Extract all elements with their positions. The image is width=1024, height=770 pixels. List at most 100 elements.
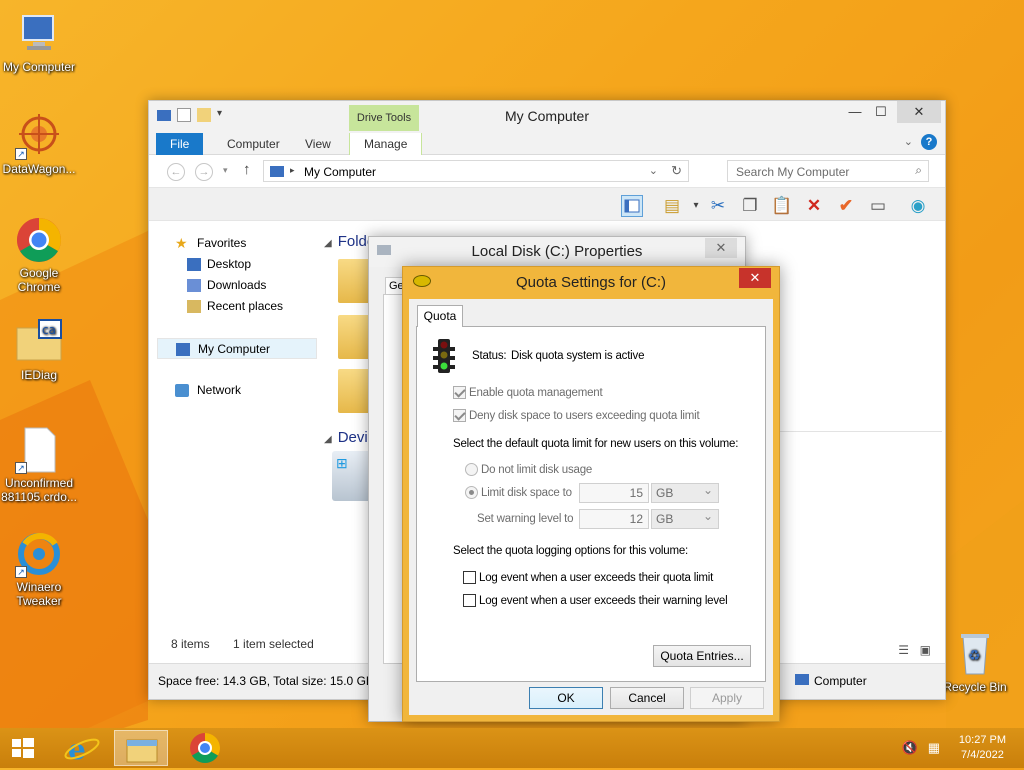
- desktop-icon-iediag[interactable]: ca IEDiag: [0, 318, 78, 382]
- group-header-devices[interactable]: ◢ Devi: [324, 429, 368, 446]
- quota-close-button[interactable]: ✕: [739, 268, 771, 288]
- quota-entries-button[interactable]: Quota Entries...: [653, 645, 751, 667]
- nav-network[interactable]: Network: [157, 380, 317, 401]
- search-input[interactable]: Search My Computer ⌕: [727, 160, 929, 182]
- properties-titlebar[interactable]: Local Disk (C:) Properties ✕: [369, 237, 745, 267]
- search-icon[interactable]: ⌕: [915, 163, 922, 178]
- nav-label: My Computer: [198, 342, 271, 356]
- help-icon[interactable]: ?: [921, 134, 937, 150]
- taskbar-file-explorer[interactable]: [114, 730, 168, 766]
- blank-file-icon: ↗: [15, 426, 63, 474]
- refresh-icon[interactable]: ↻: [671, 163, 682, 179]
- search-placeholder: Search My Computer: [736, 165, 850, 179]
- paste-icon[interactable]: 📋: [771, 195, 793, 217]
- properties-close-button[interactable]: ✕: [705, 238, 737, 258]
- start-button[interactable]: [0, 730, 46, 766]
- tab-manage[interactable]: Manage: [349, 133, 423, 155]
- forward-button[interactable]: →: [195, 163, 213, 181]
- warning-value-input[interactable]: 12: [579, 509, 649, 529]
- tab-view[interactable]: View: [291, 133, 345, 155]
- preview-pane-icon[interactable]: [621, 195, 643, 217]
- up-arrow-icon[interactable]: ↑: [243, 161, 251, 178]
- address-text: My Computer: [304, 165, 377, 179]
- maximize-button[interactable]: ☐: [867, 101, 895, 123]
- apply-button[interactable]: Apply: [690, 687, 764, 709]
- nav-my-computer[interactable]: My Computer: [157, 338, 317, 359]
- recent-locations-icon[interactable]: ▾: [223, 165, 228, 176]
- folder-ca-icon: ca: [15, 318, 63, 366]
- shortcut-arrow-icon: ↗: [15, 462, 27, 474]
- enable-quota-checkbox[interactable]: [453, 386, 466, 399]
- cut-icon[interactable]: ✂: [707, 195, 729, 217]
- desktop-icon-google-chrome[interactable]: Google Chrome: [0, 216, 78, 294]
- traffic-light-icon: [433, 339, 455, 373]
- address-bar[interactable]: ▸ My Computer ⌄ ↻: [263, 160, 689, 182]
- breadcrumb-chevron-icon[interactable]: ▸: [290, 165, 295, 176]
- nav-recent-places[interactable]: Recent places: [157, 296, 317, 317]
- drive-small-icon: [377, 245, 391, 255]
- desktop-icon-recycle-bin[interactable]: ♻ Recycle Bin: [936, 630, 1014, 694]
- group-divider: [774, 431, 942, 432]
- limit-unit-select[interactable]: GB: [651, 481, 719, 503]
- limit-value-input[interactable]: 15: [579, 483, 649, 503]
- address-dropdown-icon[interactable]: ⌄: [649, 164, 658, 177]
- cancel-button[interactable]: Cancel: [610, 687, 684, 709]
- warning-unit-select[interactable]: GB: [651, 507, 719, 529]
- chrome-icon: [190, 733, 221, 764]
- chrome-icon: [15, 216, 63, 264]
- large-icons-view-icon[interactable]: ▣: [920, 643, 931, 657]
- group-label: Devi: [337, 429, 368, 446]
- address-row: ← → ▾ ↑ ▸ My Computer ⌄ ↻ Search My Comp…: [149, 155, 945, 187]
- local-disk-drive-icon[interactable]: ⊞: [332, 451, 372, 501]
- taskbar-internet-explorer[interactable]: e: [56, 730, 110, 766]
- recent-places-icon: [187, 300, 201, 313]
- tab-quota[interactable]: Quota: [417, 305, 463, 327]
- taskbar-chrome[interactable]: [178, 730, 232, 766]
- delete-icon[interactable]: ✕: [803, 195, 825, 217]
- network-tray-icon[interactable]: ▦: [928, 740, 940, 756]
- shortcut-arrow-icon: ↗: [15, 566, 27, 578]
- nav-desktop[interactable]: Desktop: [157, 254, 317, 275]
- properties-card-icon[interactable]: ▭: [867, 195, 889, 217]
- log-quota-checkbox[interactable]: [463, 571, 476, 584]
- copy-icon[interactable]: ❐: [739, 195, 761, 217]
- tab-computer[interactable]: Computer: [213, 133, 294, 155]
- svg-text:ca: ca: [42, 323, 56, 337]
- limit-disk-radio[interactable]: [465, 486, 478, 499]
- tab-file[interactable]: File: [156, 133, 204, 155]
- ribbon-tabs: File Computer View Manage ⌄ ?: [149, 131, 945, 155]
- minimize-button[interactable]: —: [841, 101, 869, 123]
- deny-space-checkbox[interactable]: [453, 409, 466, 422]
- back-button[interactable]: ←: [167, 163, 185, 181]
- close-button[interactable]: ✕: [897, 101, 941, 123]
- desktop-icon-my-computer[interactable]: My Computer: [0, 10, 78, 74]
- ok-button[interactable]: OK: [529, 687, 603, 709]
- clock[interactable]: 10:27 PM 7/4/2022: [959, 733, 1006, 763]
- rename-checkmark-icon[interactable]: ✔: [835, 195, 857, 217]
- explorer-titlebar[interactable]: ▾ Drive Tools My Computer — ☐ ✕: [149, 101, 945, 131]
- selected-count: 1 item selected: [233, 637, 314, 651]
- command-toolbar: ▤ ▾ ✂ ❐ 📋 ✕ ✔ ▭ ◉: [149, 187, 945, 221]
- options-dropdown-icon[interactable]: ▾: [685, 195, 707, 217]
- no-limit-radio[interactable]: [465, 463, 478, 476]
- quota-settings-dialog[interactable]: Quota Settings for (C:) ✕ Quota Status: …: [402, 266, 780, 722]
- nav-label: Recent places: [207, 299, 284, 313]
- volume-muted-icon[interactable]: 🔇: [902, 740, 918, 756]
- nav-favorites[interactable]: ★ Favorites: [157, 233, 317, 254]
- log-quota-label: Log event when a user exceeds their quot…: [479, 572, 714, 584]
- desktop-icon-datawagon[interactable]: ↗ DataWagon...: [0, 112, 78, 176]
- status-label: Status:: [472, 350, 507, 362]
- log-warning-checkbox[interactable]: [463, 594, 476, 607]
- ribbon-expand-icon[interactable]: ⌄: [904, 135, 913, 148]
- desktop-icon-winaero[interactable]: ↗ Winaero Tweaker: [0, 530, 78, 608]
- details-view-icon[interactable]: ☰: [898, 643, 909, 657]
- desktop-icon-unconfirmed[interactable]: ↗ Unconfirmed 881105.crdo...: [0, 426, 78, 504]
- internet-explorer-icon: e: [64, 733, 100, 766]
- nav-downloads[interactable]: Downloads: [157, 275, 317, 296]
- shell-icon[interactable]: ◉: [907, 195, 929, 217]
- enable-quota-label: Enable quota management: [469, 387, 603, 399]
- nav-label: Network: [197, 383, 242, 397]
- folder-options-icon[interactable]: ▤: [661, 195, 683, 217]
- computer-icon: [15, 10, 63, 58]
- computer-small-icon: [176, 343, 190, 356]
